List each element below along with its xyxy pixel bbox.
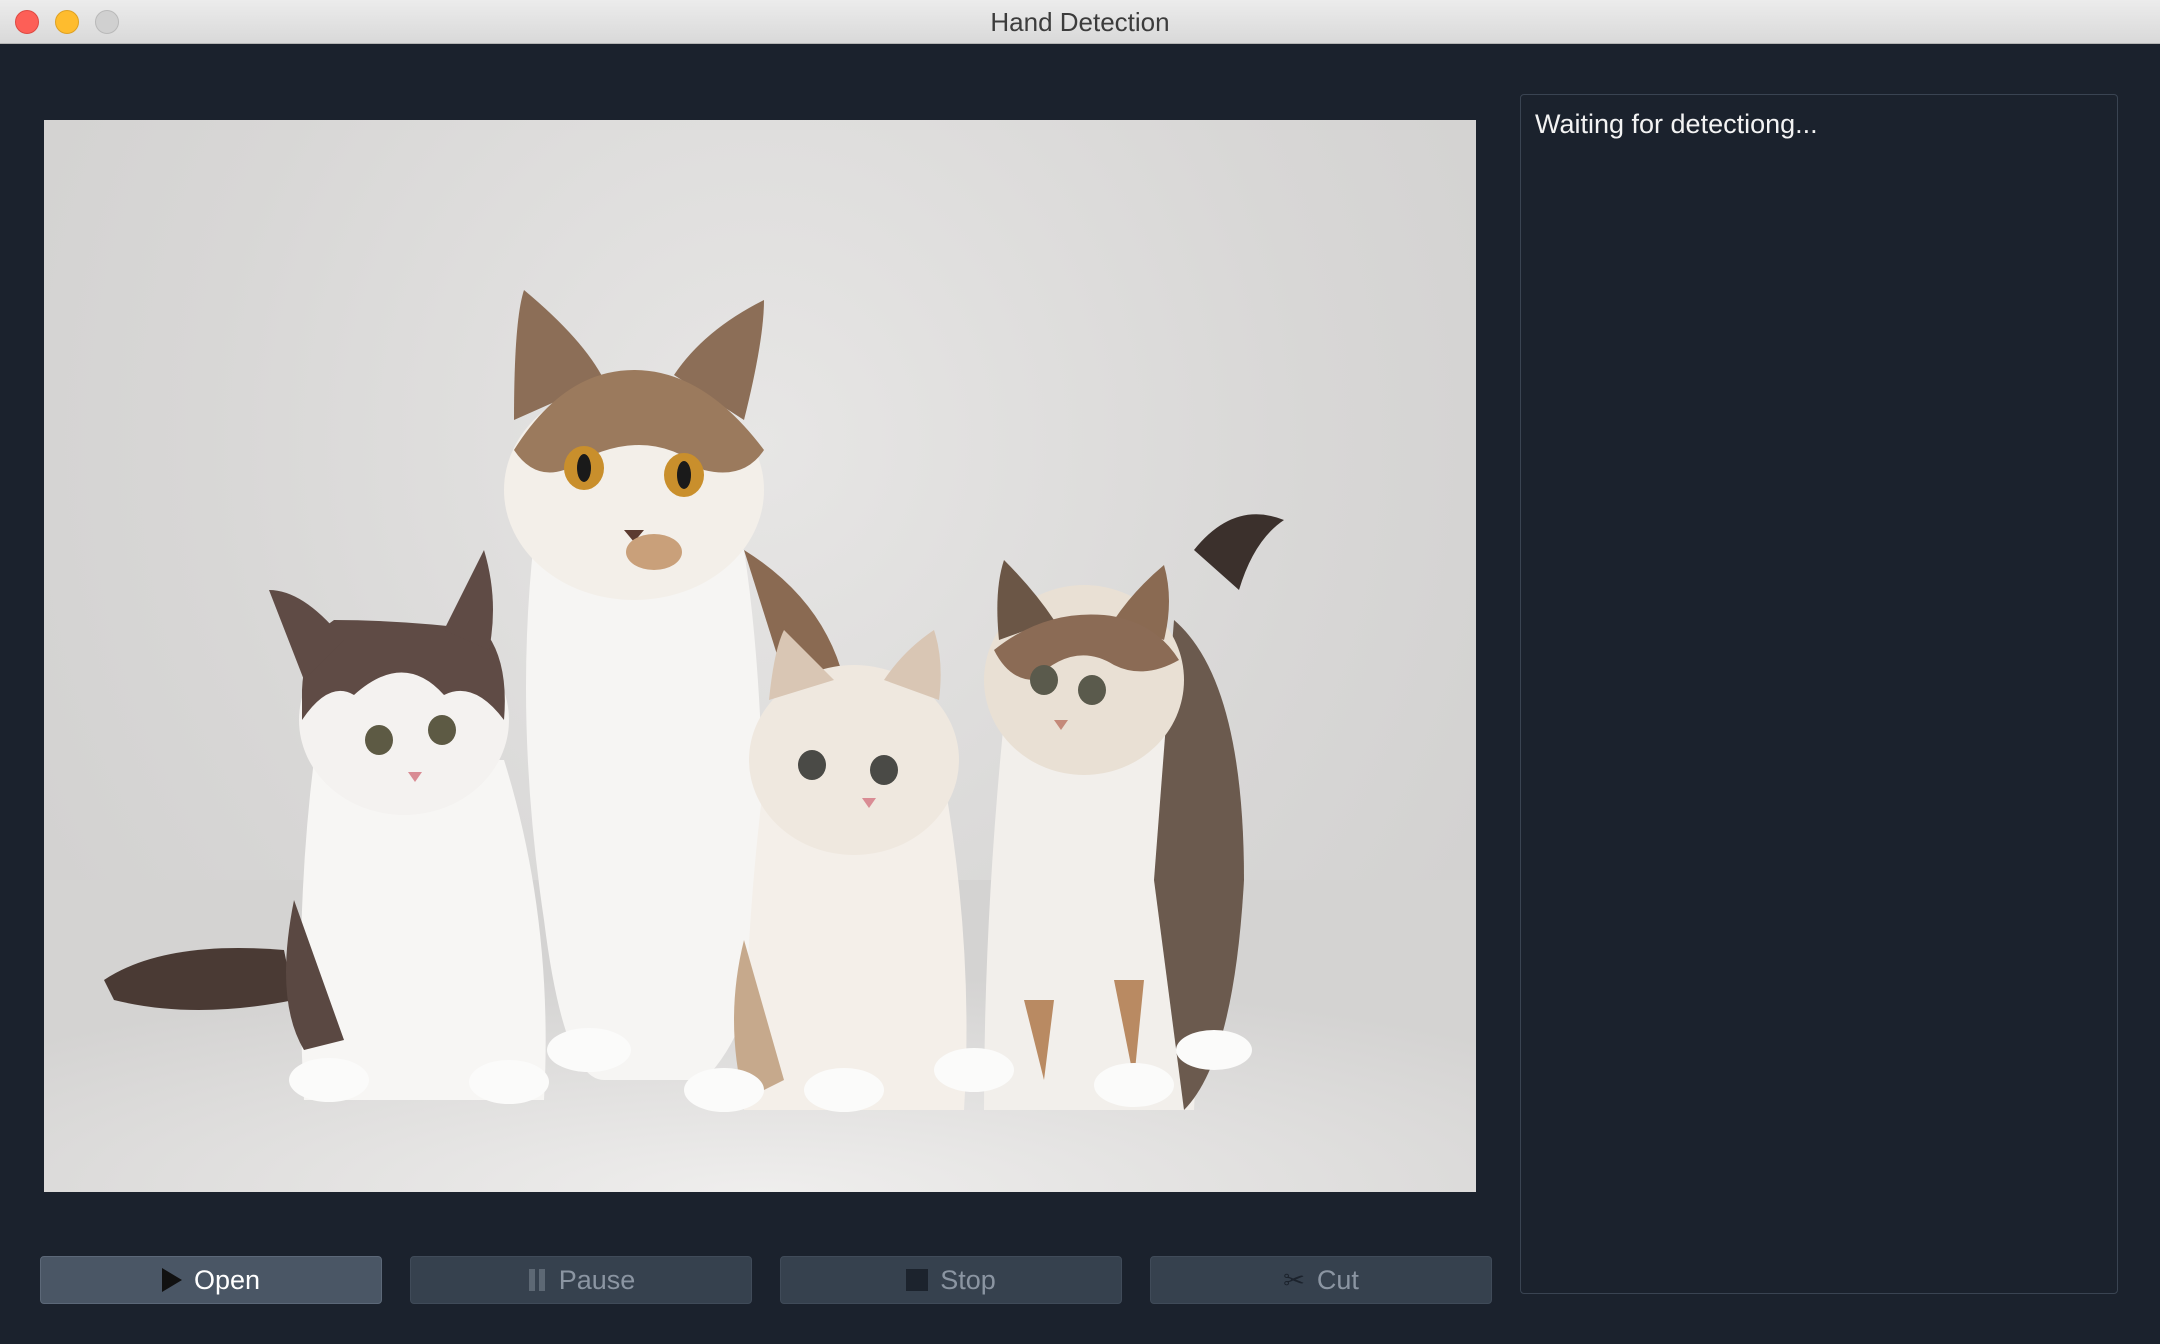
pause-button-label: Pause	[558, 1264, 636, 1295]
stop-icon	[906, 1269, 929, 1291]
open-button[interactable]: Open	[40, 1256, 382, 1304]
detection-status-text: Waiting for detectiong...	[1535, 109, 1818, 139]
title-bar[interactable]: Hand Detection	[0, 0, 2160, 44]
stop-button[interactable]: Stop	[780, 1256, 1122, 1304]
app-window: Hand Detection Waiting for detectiong...…	[0, 0, 2160, 1344]
scissors-icon: ✂	[1283, 1265, 1305, 1295]
image-viewer	[44, 120, 1476, 1192]
main-content: Waiting for detectiong... Open Pause Sto…	[0, 44, 2160, 1344]
cut-button[interactable]: ✂ Cut	[1150, 1256, 1492, 1304]
detection-log-panel[interactable]: Waiting for detectiong...	[1520, 94, 2118, 1294]
stop-button-label: Stop	[940, 1264, 996, 1295]
cut-button-label: Cut	[1316, 1264, 1359, 1295]
window-title: Hand Detection	[990, 7, 1170, 37]
open-button-label: Open	[193, 1264, 261, 1295]
pause-button[interactable]: Pause	[410, 1256, 752, 1304]
play-icon	[161, 1268, 182, 1292]
kittens-photo	[44, 290, 1476, 1192]
pause-icon	[527, 1269, 547, 1291]
